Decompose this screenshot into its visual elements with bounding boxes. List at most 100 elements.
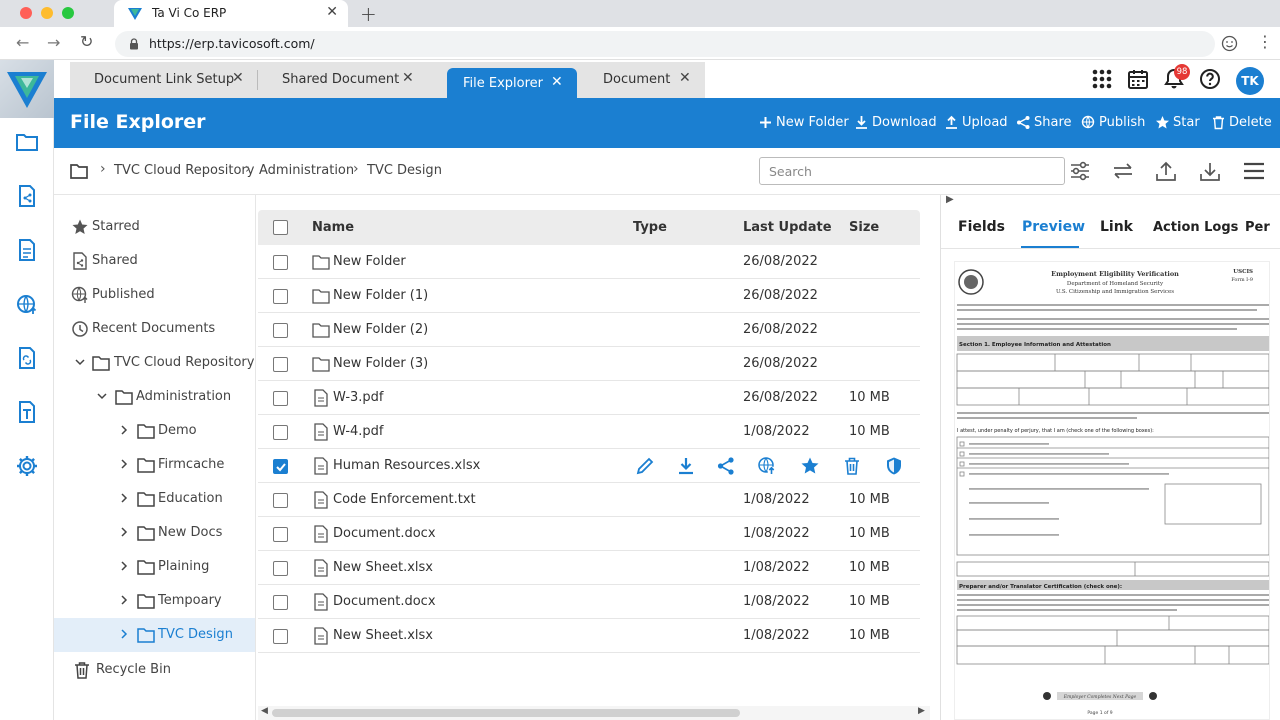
back-icon[interactable]: ← xyxy=(16,33,29,52)
row-checkbox[interactable] xyxy=(273,527,288,542)
settings-icon[interactable] xyxy=(15,454,39,478)
filter-sliders-icon[interactable] xyxy=(1069,160,1091,182)
tab-file-explorer[interactable]: File Explorer ✕ xyxy=(447,68,577,98)
chevron-right-icon[interactable] xyxy=(118,458,130,470)
help-icon[interactable] xyxy=(1199,68,1221,90)
tree-item-published[interactable]: Published xyxy=(54,278,255,312)
document-preview[interactable]: Employment Eligibility Verification Depa… xyxy=(954,261,1270,720)
breadcrumb-item[interactable]: TVC Cloud Repository xyxy=(114,163,254,178)
search-input[interactable] xyxy=(759,157,1065,185)
folder-icon[interactable] xyxy=(70,163,88,179)
row-checkbox[interactable] xyxy=(273,595,288,610)
table-row[interactable]: W-3.pdf 26/08/2022 10 MB xyxy=(258,381,920,415)
app-logo[interactable] xyxy=(0,60,54,118)
scrollbar-thumb[interactable] xyxy=(272,709,740,717)
table-row[interactable]: New Folder 26/08/2022 xyxy=(258,245,920,279)
publish-icon[interactable] xyxy=(757,456,777,476)
tree-item-repository[interactable]: TVC Cloud Repository xyxy=(54,346,255,380)
new-folder-button[interactable]: New Folder xyxy=(758,115,849,130)
publish-button[interactable]: Publish xyxy=(1081,115,1145,130)
delete-button[interactable]: Delete xyxy=(1211,115,1272,130)
file-name[interactable]: Document.docx xyxy=(333,594,436,609)
tree-item-folder[interactable]: Plaining xyxy=(54,550,255,584)
tab-document[interactable]: Document ✕ xyxy=(589,62,705,98)
table-row[interactable]: Document.docx 1/08/2022 10 MB xyxy=(258,517,920,551)
transfer-icon[interactable] xyxy=(1112,160,1134,182)
tree-item-recent[interactable]: Recent Documents xyxy=(54,312,255,346)
file-name[interactable]: New Folder xyxy=(333,254,406,269)
table-row[interactable]: New Folder (2) 26/08/2022 xyxy=(258,313,920,347)
reload-icon[interactable]: ↻ xyxy=(80,32,93,51)
tab-shared-document[interactable]: Shared Document ✕ xyxy=(266,62,426,98)
table-row[interactable]: Human Resources.xlsx xyxy=(258,449,920,483)
tab-action-logs[interactable]: Action Logs xyxy=(1153,220,1238,235)
chevron-right-icon[interactable] xyxy=(118,628,130,640)
forward-icon[interactable]: → xyxy=(47,33,60,52)
breadcrumb-item[interactable]: TVC Design xyxy=(367,163,442,178)
close-icon[interactable]: ✕ xyxy=(402,70,414,86)
tab-fields[interactable]: Fields xyxy=(958,219,1005,235)
menu-icon[interactable] xyxy=(1243,160,1265,182)
column-header-name[interactable]: Name xyxy=(312,220,354,235)
download-icon[interactable] xyxy=(676,456,696,476)
column-header-last-update[interactable]: Last Update xyxy=(743,220,832,235)
chevron-right-icon[interactable] xyxy=(118,594,130,606)
file-name[interactable]: New Folder (1) xyxy=(333,288,428,303)
tree-item-folder[interactable]: Demo xyxy=(54,414,255,448)
table-row[interactable]: W-4.pdf 1/08/2022 10 MB xyxy=(258,415,920,449)
upload-button[interactable]: Upload xyxy=(944,115,1008,130)
row-checkbox[interactable] xyxy=(273,323,288,338)
address-bar[interactable]: https://erp.tavicosoft.com/ xyxy=(115,31,1215,57)
table-row[interactable]: New Sheet.xlsx 1/08/2022 10 MB xyxy=(258,619,920,653)
chevron-right-icon[interactable] xyxy=(118,526,130,538)
close-tab-icon[interactable]: ✕ xyxy=(326,4,338,20)
apps-grid-icon[interactable] xyxy=(1091,68,1113,90)
share-icon[interactable] xyxy=(716,456,736,476)
browser-menu-icon[interactable]: ⋮ xyxy=(1257,32,1273,51)
tab-preview[interactable]: Preview xyxy=(1022,219,1085,235)
tree-item-folder[interactable]: Education xyxy=(54,482,255,516)
row-checkbox[interactable] xyxy=(273,459,288,474)
close-window-button[interactable] xyxy=(20,7,32,19)
table-row[interactable]: New Folder (1) 26/08/2022 xyxy=(258,279,920,313)
browser-tab[interactable]: Ta Vi Co ERP ✕ xyxy=(114,0,348,27)
close-icon[interactable]: ✕ xyxy=(551,74,563,90)
download-icon[interactable] xyxy=(1199,160,1221,182)
file-name[interactable]: W-4.pdf xyxy=(333,424,384,439)
folder-icon[interactable] xyxy=(15,130,39,154)
tab-permissions[interactable]: Per xyxy=(1245,220,1270,235)
row-checkbox[interactable] xyxy=(273,255,288,270)
share-button[interactable]: Share xyxy=(1016,115,1072,130)
tree-item-shared[interactable]: Shared xyxy=(54,244,255,278)
row-checkbox[interactable] xyxy=(273,357,288,372)
row-checkbox[interactable] xyxy=(273,425,288,440)
upload-icon[interactable] xyxy=(1155,160,1177,182)
scroll-right-icon[interactable]: ▶ xyxy=(918,706,925,716)
tree-item-folder[interactable]: Tempoary xyxy=(54,584,255,618)
table-row[interactable]: New Folder (3) 26/08/2022 xyxy=(258,347,920,381)
tab-document-link-setup[interactable]: Document Link Setup ✕ xyxy=(80,62,256,98)
close-icon[interactable]: ✕ xyxy=(232,70,244,86)
column-header-size[interactable]: Size xyxy=(849,220,879,235)
column-header-type[interactable]: Type xyxy=(633,220,667,235)
tree-item-folder[interactable]: TVC Design xyxy=(54,618,255,652)
chevron-right-icon[interactable] xyxy=(118,424,130,436)
new-tab-button[interactable]: + xyxy=(360,2,377,26)
select-all-checkbox[interactable] xyxy=(273,220,288,235)
delete-icon[interactable] xyxy=(842,456,862,476)
shared-doc-icon[interactable] xyxy=(15,184,39,208)
row-checkbox[interactable] xyxy=(273,493,288,508)
star-icon[interactable] xyxy=(800,456,820,476)
row-checkbox[interactable] xyxy=(273,629,288,644)
tree-item-administration[interactable]: Administration xyxy=(54,380,255,414)
document-link-icon[interactable] xyxy=(15,346,39,370)
minimize-window-button[interactable] xyxy=(41,7,53,19)
row-checkbox[interactable] xyxy=(273,391,288,406)
calendar-icon[interactable] xyxy=(1127,68,1149,90)
collapse-panel-icon[interactable]: ▶ xyxy=(946,194,954,205)
avatar[interactable]: TK xyxy=(1236,67,1264,95)
tree-item-starred[interactable]: Starred xyxy=(54,210,255,244)
horizontal-scrollbar[interactable]: ◀ ▶ xyxy=(258,706,930,720)
download-button[interactable]: Download xyxy=(854,115,937,130)
file-name[interactable]: Human Resources.xlsx xyxy=(333,458,480,473)
